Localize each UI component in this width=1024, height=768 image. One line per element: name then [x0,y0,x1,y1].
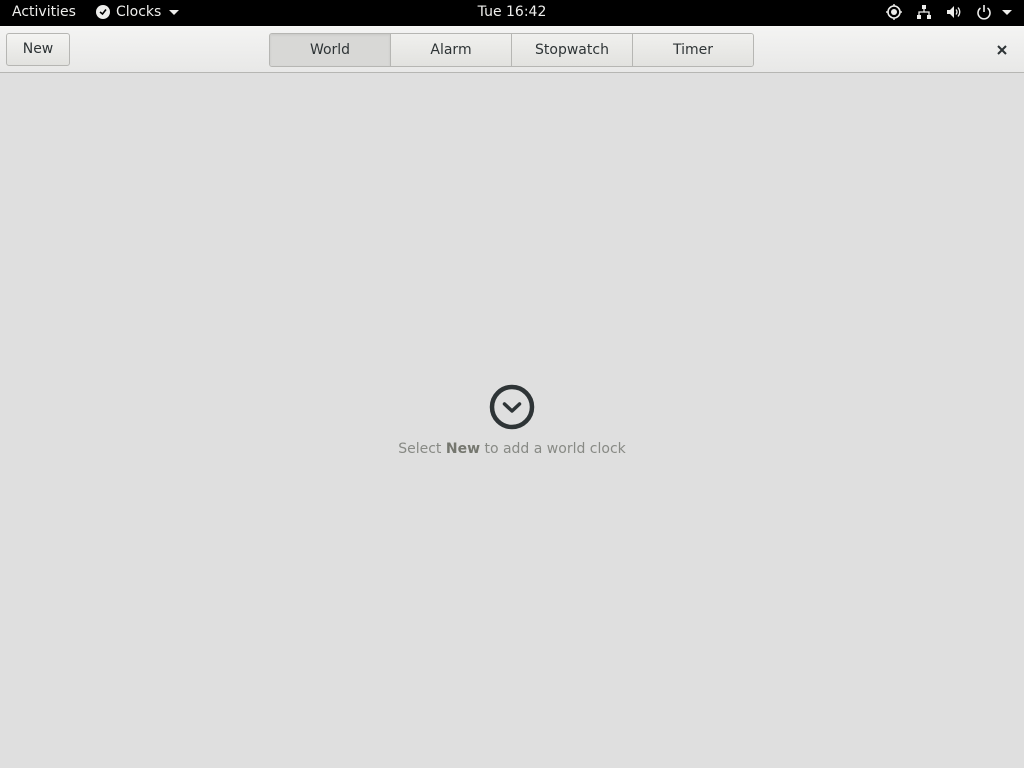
empty-prefix: Select [398,441,446,457]
empty-state: Select New to add a world clock [0,383,1024,457]
chevron-down-icon [1002,9,1012,15]
empty-state-message: Select New to add a world clock [0,441,1024,457]
tab-world[interactable]: World [270,34,390,66]
network-icon [917,5,931,19]
datetime-clock[interactable]: Tue 16:42 [0,4,1024,20]
new-button[interactable]: New [6,33,70,66]
close-button[interactable] [992,40,1012,60]
power-icon [977,5,991,20]
clock-icon [488,383,536,435]
tab-alarm[interactable]: Alarm [390,34,511,66]
tab-stopwatch[interactable]: Stopwatch [511,34,632,66]
volume-icon [947,6,961,18]
close-icon [997,45,1007,55]
view-switcher: World Alarm Stopwatch Timer [269,33,754,67]
empty-bold-new: New [445,441,481,457]
top-bar: Activities Clocks Tue 16:42 [0,0,1024,26]
location-icon [886,4,902,20]
header-bar: New World Alarm Stopwatch Timer [0,26,1024,73]
empty-suffix: to add a world clock [480,441,626,457]
world-clock-view: Select New to add a world clock [0,73,1024,768]
tab-timer[interactable]: Timer [632,34,753,66]
system-status-menu[interactable] [886,4,1012,20]
